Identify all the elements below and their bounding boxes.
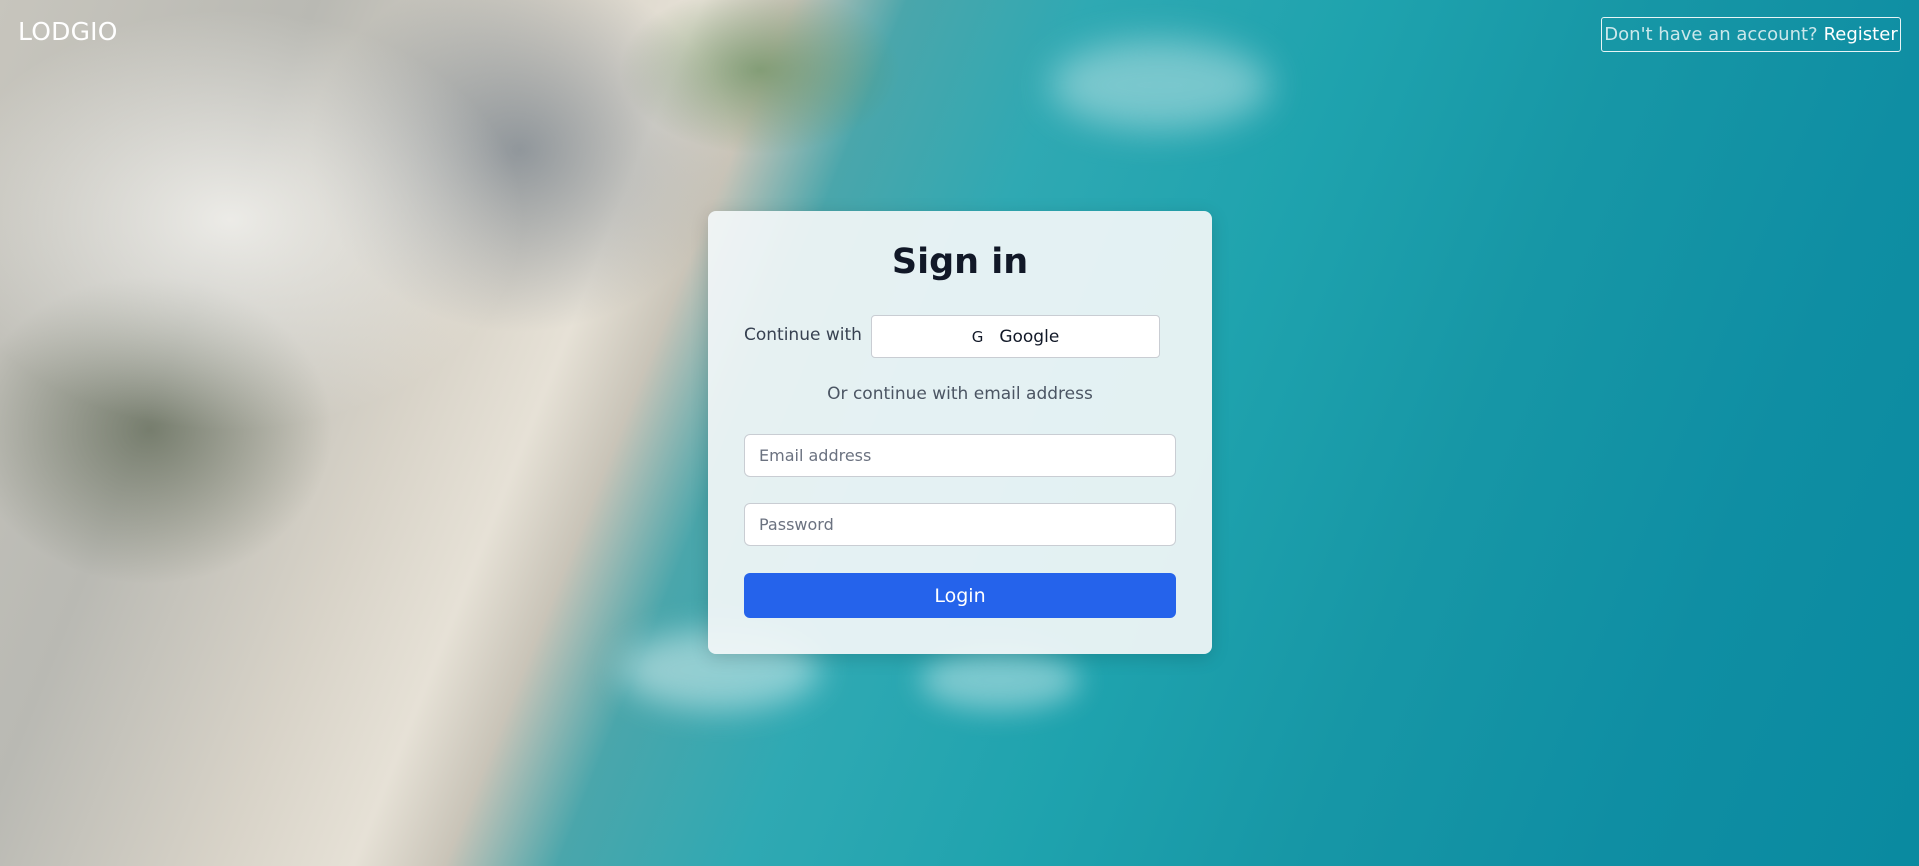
login-page: LODGIO Don't have an account? Register S… — [0, 0, 1919, 866]
google-icon: G — [971, 327, 984, 346]
brand-logo[interactable]: LODGIO — [18, 17, 118, 46]
google-signin-button[interactable]: G Google — [871, 315, 1160, 358]
register-prompt: Don't have an account? Register — [1601, 17, 1901, 52]
signin-card: Sign in Continue with G Google Or contin… — [708, 211, 1212, 654]
register-prompt-text: Don't have an account? — [1604, 24, 1818, 45]
google-button-label: Google — [999, 326, 1060, 347]
email-field[interactable] — [744, 434, 1176, 477]
password-field[interactable] — [744, 503, 1176, 546]
register-link[interactable]: Register — [1824, 24, 1898, 45]
background-foam — [920, 650, 1080, 710]
page-title: Sign in — [891, 242, 1029, 282]
email-divider-text: Or continue with email address — [827, 384, 1093, 404]
login-button[interactable]: Login — [744, 573, 1176, 618]
background-foam — [1050, 40, 1270, 130]
continue-with-label: Continue with — [744, 325, 862, 345]
